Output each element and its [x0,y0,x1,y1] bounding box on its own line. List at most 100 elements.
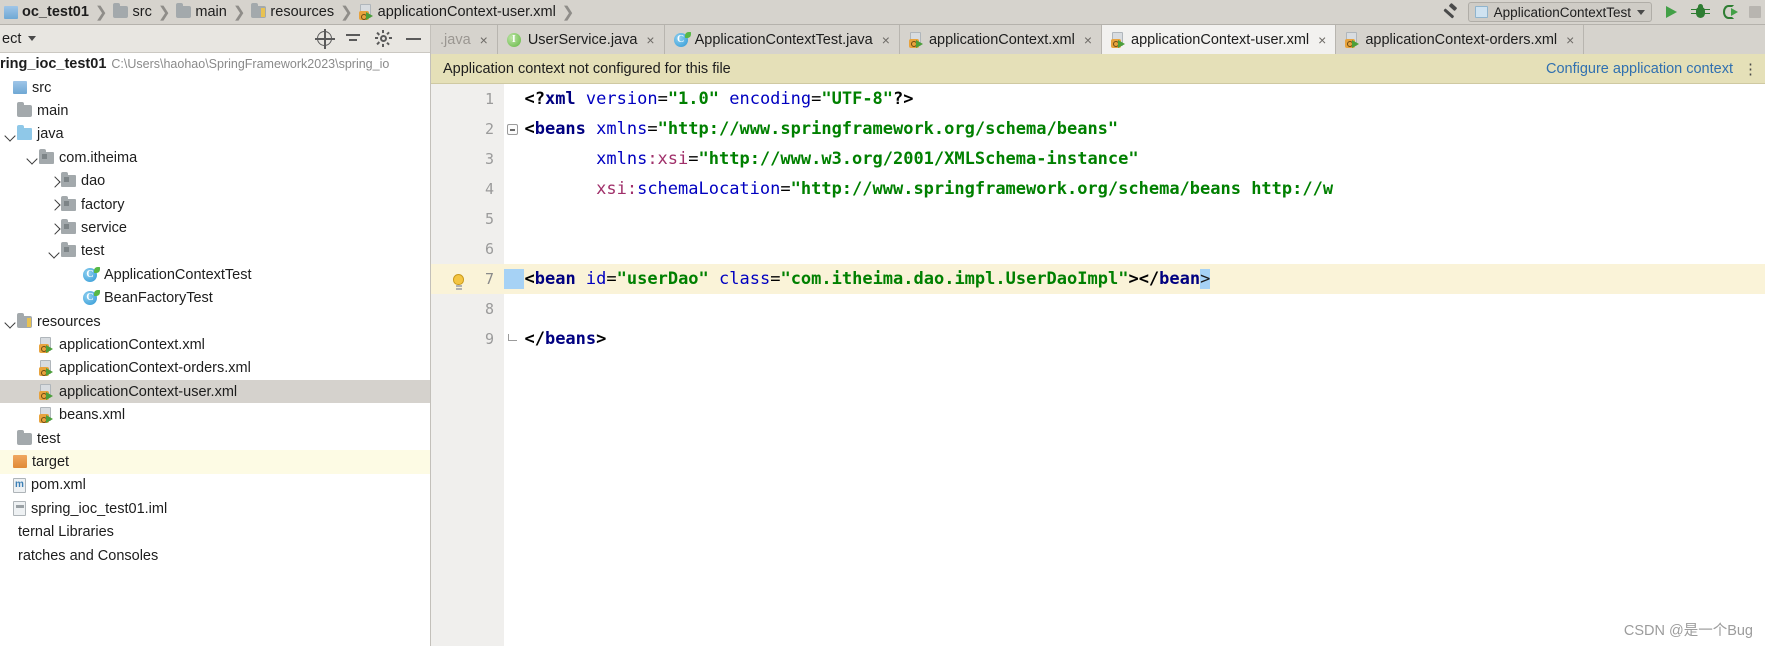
code-content[interactable]: <?xml version="1.0" encoding="UTF-8"?> <… [504,84,1765,646]
gutter-line[interactable]: 5 [431,204,504,234]
collapse-all-icon[interactable] [345,30,362,47]
tree-expand-arrow-icon[interactable] [4,123,17,146]
breadcrumb-separator-icon: ❯ [157,4,171,21]
line-number: 8 [484,300,494,318]
tree-expand-arrow-icon[interactable] [26,146,39,169]
code-line-5[interactable] [504,204,1765,234]
project-tree[interactable]: src main java com.itheima dao factory service t… [0,76,430,646]
banner-actions: Configure application context ⋮ [1546,60,1765,78]
chevron-down-icon[interactable] [28,36,37,41]
gutter-line[interactable]: 3 [431,144,504,174]
tree-item[interactable]: service [0,216,430,239]
run-configuration-selector[interactable]: ApplicationContextTest [1467,2,1652,22]
line-number: 3 [484,150,494,168]
code-line-9[interactable]: </beans> [504,324,1765,354]
tree-expand-arrow-icon[interactable] [48,193,61,216]
close-icon[interactable]: × [480,32,488,48]
close-icon[interactable]: × [1566,32,1574,48]
close-icon[interactable]: × [1318,32,1326,48]
breadcrumb-label: resources [270,4,335,20]
close-icon[interactable]: × [882,32,890,48]
tree-item[interactable]: C ApplicationContextTest [0,263,430,286]
editor-tab-label: applicationContext-orders.xml [1365,31,1558,48]
gutter-line[interactable]: 7 [431,264,504,294]
breadcrumb-item-module[interactable]: oc_test01 [2,0,89,25]
tree-arrow-placeholder [26,357,39,380]
code-line-8[interactable] [504,294,1765,324]
code-line-2[interactable]: <beans xmlns="http://www.springframework… [504,114,1765,144]
debug-icon[interactable] [1691,3,1710,22]
tree-item[interactable]: pom.xml [0,474,430,497]
tree-expand-arrow-icon[interactable] [48,170,61,193]
watermark: CSDN @是一个Bug [1623,623,1753,639]
editor-tab[interactable]: applicationContext-user.xml × [1102,25,1337,54]
gutter-line[interactable]: 9 [431,324,504,354]
line-number: 9 [484,330,494,348]
tree-item[interactable]: ratches and Consoles [0,544,430,567]
locate-icon[interactable] [315,29,335,49]
tree-expand-arrow-icon[interactable] [48,240,61,263]
tree-item[interactable]: main [0,99,430,122]
configure-application-context-link[interactable]: Configure application context [1546,61,1733,77]
tree-item[interactable]: com.itheima [0,146,430,169]
run-with-coverage-icon[interactable] [1720,3,1739,22]
editor-gutter[interactable]: 1 2 3 4 5 6 7 8 9 [431,84,504,646]
editor-tab[interactable]: .java × [431,25,498,54]
tree-item[interactable]: dao [0,170,430,193]
more-options-icon[interactable]: ⋮ [1743,60,1759,78]
tree-item[interactable]: resources [0,310,430,333]
code-line-1[interactable]: <?xml version="1.0" encoding="UTF-8"?> [504,84,1765,114]
code-line-6[interactable] [504,234,1765,264]
close-icon[interactable]: × [1084,32,1092,48]
editor-tab[interactable]: I UserService.java × [498,25,665,54]
editor-tab[interactable]: applicationContext-orders.xml × [1336,25,1585,54]
editor-tab-label: ApplicationContextTest.java [694,31,873,48]
code-line-7[interactable]: <bean id="userDao" class="com.itheima.da… [504,264,1765,294]
tree-arrow-placeholder [4,427,17,450]
close-icon[interactable]: × [646,32,654,48]
intention-bulb-icon[interactable] [451,274,467,292]
tree-item[interactable]: java [0,123,430,146]
package-icon [61,219,76,235]
gutter-line[interactable]: 4 [431,174,504,204]
breadcrumb-item-main[interactable]: main [176,0,227,25]
tree-arrow-placeholder [0,450,13,473]
breadcrumb-item-src[interactable]: src [113,0,152,25]
editor-tab[interactable]: C ApplicationContextTest.java × [665,25,900,54]
gutter-line[interactable]: 6 [431,234,504,264]
settings-icon[interactable] [375,30,392,47]
code-editor[interactable]: 1 2 3 4 5 6 7 8 9 <?xml version="1.0" encoding="… [431,84,1765,646]
java-class-icon: C [83,290,100,306]
tree-item[interactable]: applicationContext-user.xml [0,380,430,404]
code-line-4[interactable]: xsi:schemaLocation="http://www.springfra… [504,174,1765,204]
tree-item[interactable]: beans.xml [0,403,430,426]
run-configuration-icon [1474,6,1488,18]
tree-item-label: main [37,103,69,120]
tree-item[interactable]: factory [0,193,430,216]
tree-expand-arrow-icon[interactable] [48,217,61,240]
run-icon[interactable] [1662,3,1681,22]
tree-expand-arrow-icon[interactable] [4,310,17,333]
gutter-line[interactable]: 8 [431,294,504,324]
code-line-3[interactable]: xmlns:xsi="http://www.w3.org/2001/XMLSch… [504,144,1765,174]
tree-item[interactable]: ternal Libraries [0,520,430,543]
hammer-icon[interactable] [1440,3,1458,21]
breadcrumb-item-resources[interactable]: resources [251,0,334,25]
tree-item-label: ApplicationContextTest [104,266,252,283]
tree-item[interactable]: test [0,240,430,263]
tree-item[interactable]: applicationContext.xml [0,333,430,356]
gutter-line[interactable]: 2 [431,114,504,144]
project-module-row[interactable]: ring_ioc_test01 C:\Users\haohao\SpringFr… [0,53,430,75]
tree-item[interactable]: src [0,76,430,99]
breadcrumb-item-file[interactable]: applicationContext-user.xml [358,0,556,25]
tree-item[interactable]: C BeanFactoryTest [0,287,430,310]
gutter-line[interactable]: 1 [431,84,504,114]
editor-tab[interactable]: applicationContext.xml × [900,25,1103,54]
run-configuration-name: ApplicationContextTest [1493,4,1631,20]
hide-icon[interactable] [405,30,422,47]
tree-item[interactable]: applicationContext-orders.xml [0,357,430,380]
tree-item[interactable]: target [0,450,430,474]
tree-item[interactable]: test [0,427,430,450]
tree-item-label: src [32,79,52,96]
tree-item[interactable]: spring_ioc_test01.iml [0,497,430,520]
